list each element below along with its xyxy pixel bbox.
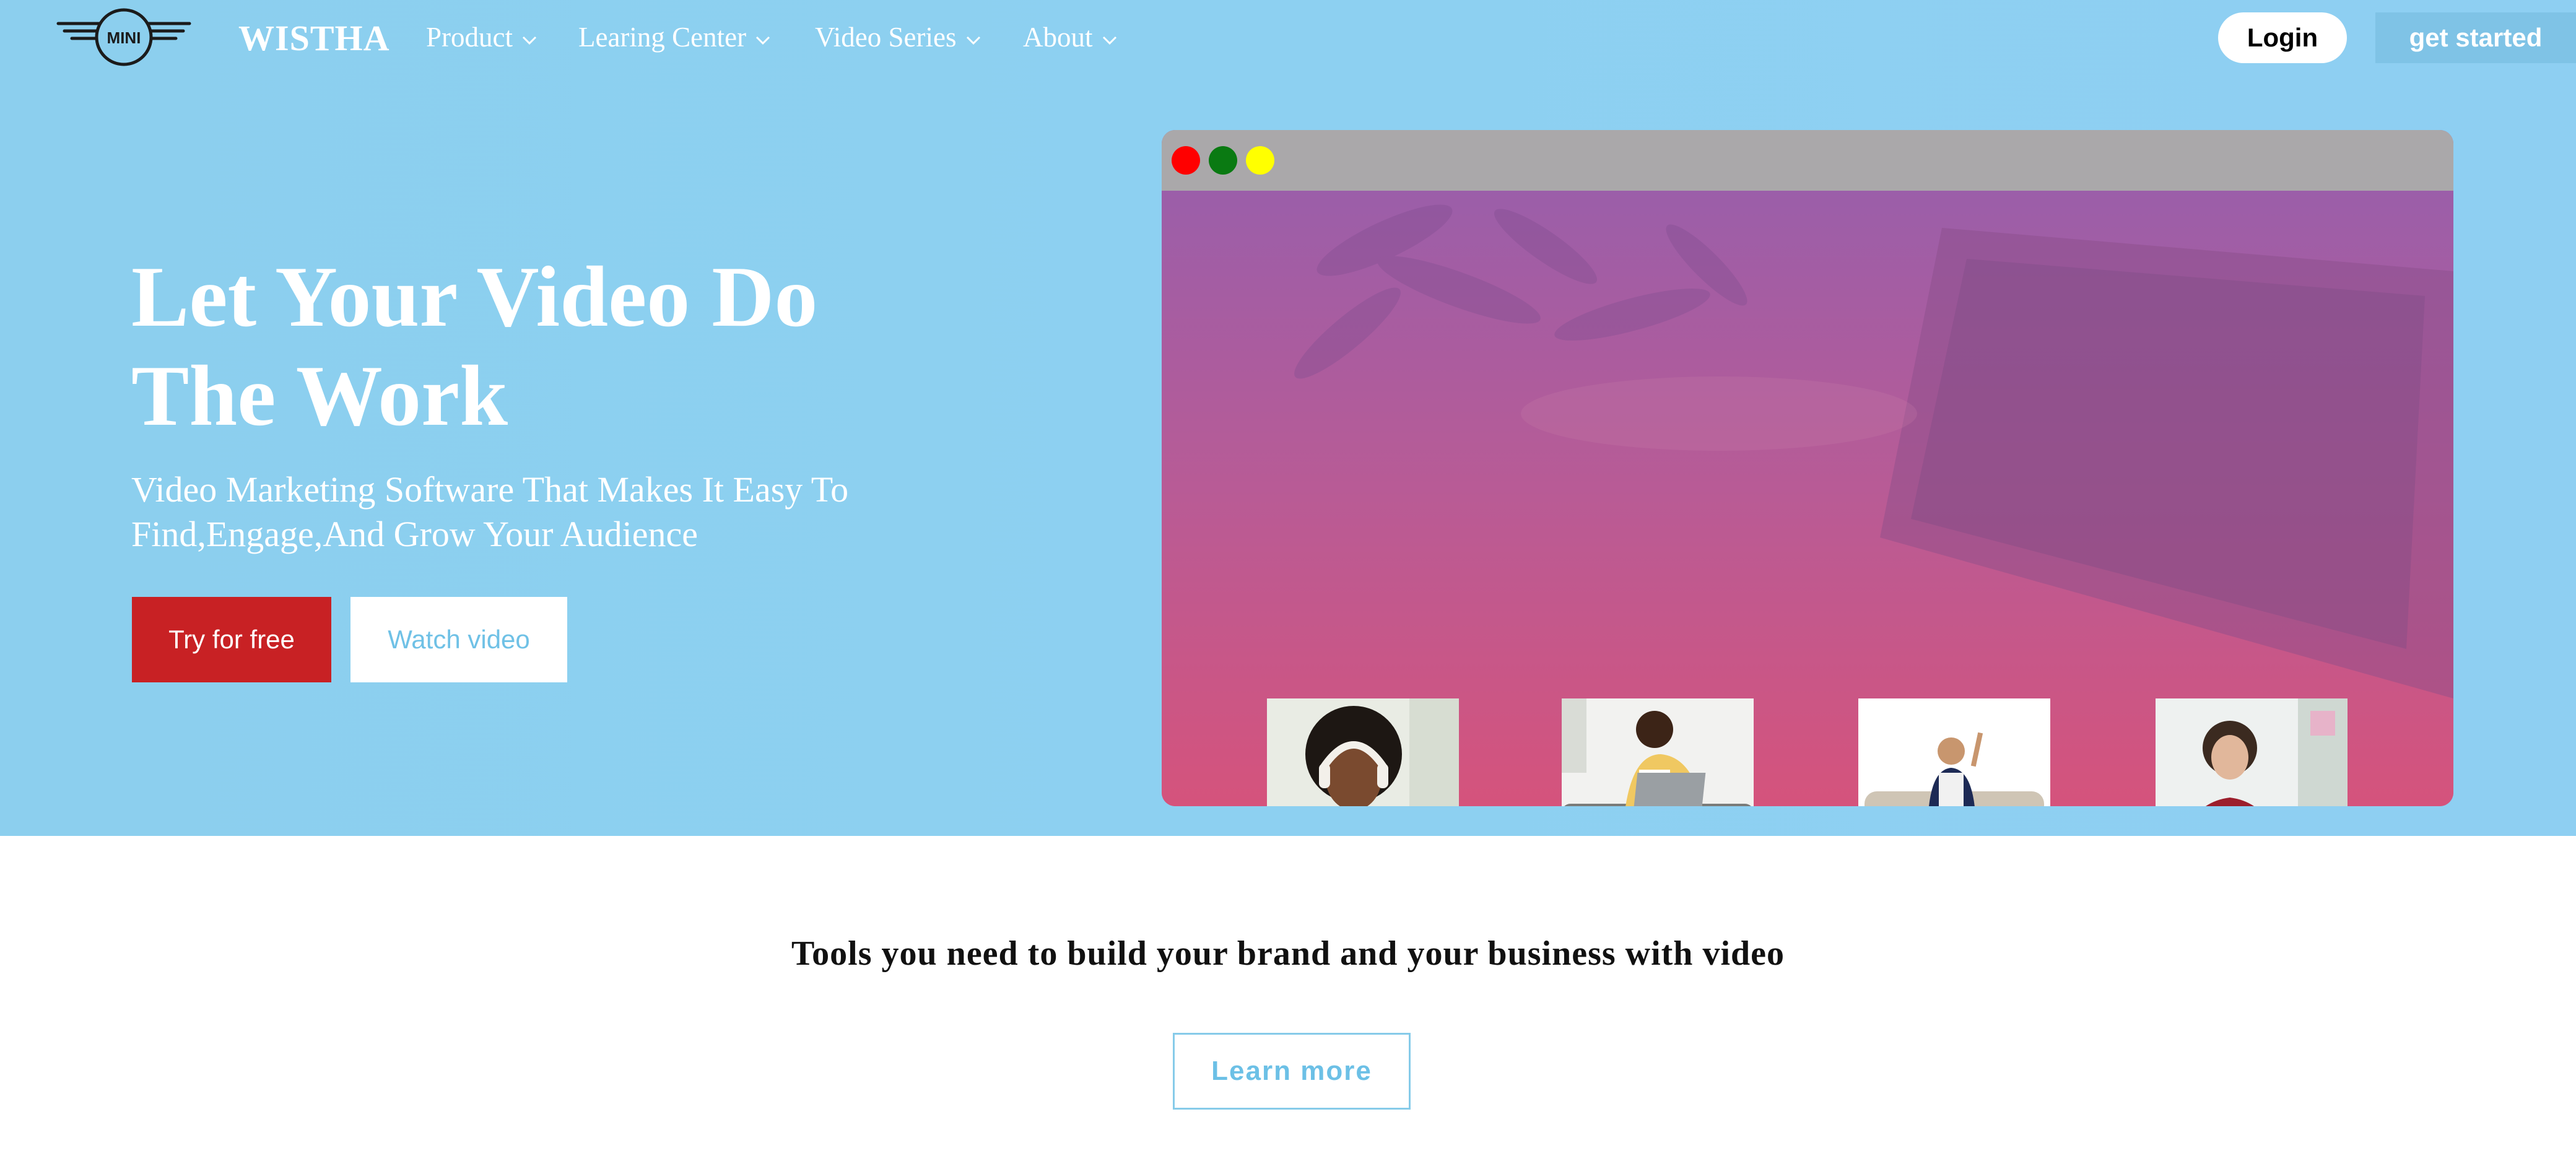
hero-headline-line: The Work: [131, 348, 508, 444]
browser-title-bar: [1162, 130, 2453, 191]
hero-headline: Let Your Video Do The Work: [131, 248, 936, 446]
brand-name[interactable]: WISTHA: [238, 14, 390, 63]
hero-subheading: Video Marketing Software That Makes It E…: [131, 467, 967, 557]
man-couch-laptop-image: [1562, 698, 1754, 806]
man-sofa-peace-sign-image: [1858, 698, 2050, 806]
section-tagline: Tools you need to build your brand and y…: [791, 934, 1785, 973]
top-navigation: MINI WISTHA Product Learing Center Video…: [0, 0, 2576, 74]
nav-item-learning-center[interactable]: Learing Center: [578, 17, 773, 57]
browser-mockup: [1162, 130, 2453, 806]
hero-section: MINI WISTHA Product Learing Center Video…: [0, 0, 2576, 836]
nav-item-label: Video Series: [815, 22, 957, 53]
close-dot-icon: [1172, 146, 1200, 175]
minimize-dot-icon: [1209, 146, 1237, 175]
watch-video-button[interactable]: Watch video: [350, 597, 567, 682]
hero-headline-line: Let Your Video Do: [131, 249, 818, 345]
nav-item-label: Product: [426, 22, 513, 53]
thumbnail-man-couch-laptop[interactable]: [1562, 698, 1754, 806]
chevron-down-icon: [966, 36, 980, 45]
nav-item-label: Learing Center: [578, 22, 747, 53]
chevron-down-icon: [756, 36, 770, 45]
hero-subheading-line: Find,Engage,And Grow Your Audience: [131, 514, 698, 554]
nav-item-product[interactable]: Product: [426, 17, 540, 57]
woman-desk-laptop-image: [2156, 698, 2348, 806]
get-started-button[interactable]: get started: [2375, 12, 2576, 63]
try-for-free-button[interactable]: Try for free: [132, 597, 331, 682]
chevron-down-icon: [1102, 36, 1116, 45]
login-button[interactable]: Login: [2218, 12, 2347, 63]
chevron-down-icon: [522, 36, 537, 45]
thumbnail-woman-desk-laptop[interactable]: [2156, 698, 2348, 806]
nav-item-video-series[interactable]: Video Series: [815, 17, 984, 57]
woman-headphones-laptop-image: [1267, 698, 1459, 806]
mini-logo-icon[interactable]: MINI: [56, 6, 192, 68]
nav-item-label: About: [1023, 22, 1093, 53]
maximize-dot-icon: [1246, 146, 1274, 175]
nav-item-about[interactable]: About: [1023, 17, 1120, 57]
hero-subheading-line: Video Marketing Software That Makes It E…: [131, 469, 849, 510]
thumbnail-man-sofa-peace-sign[interactable]: [1858, 698, 2050, 806]
thumbnail-woman-headphones[interactable]: [1267, 698, 1459, 806]
logo-text: MINI: [107, 28, 141, 47]
learn-more-button[interactable]: Learn more: [1173, 1033, 1411, 1110]
